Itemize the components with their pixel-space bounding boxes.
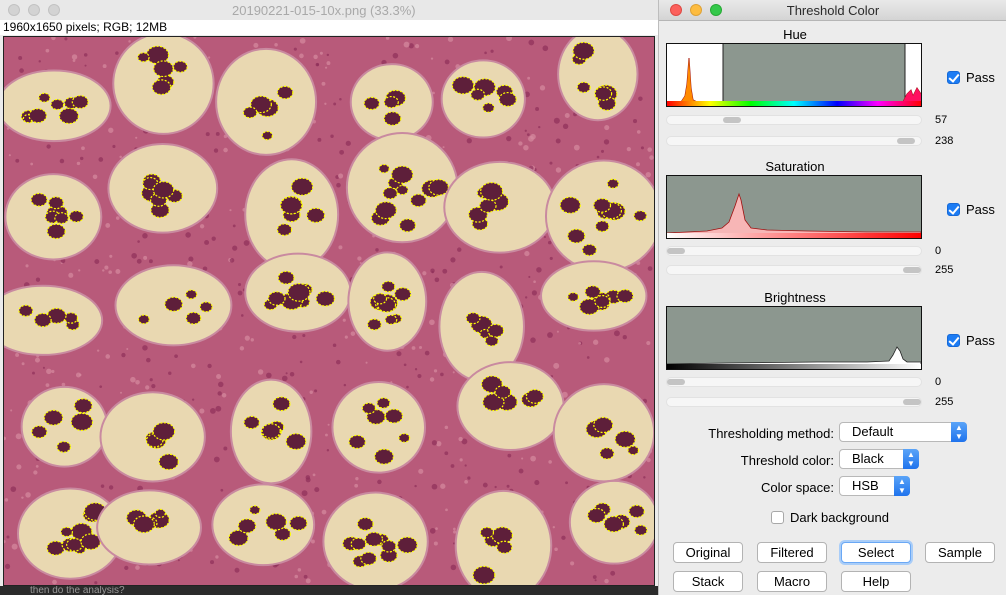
slider-knob[interactable] <box>667 379 685 385</box>
image-canvas[interactable] <box>3 36 655 586</box>
slider-knob[interactable] <box>723 117 741 123</box>
slider-knob[interactable] <box>897 138 915 144</box>
hue-pass-label[interactable]: Pass <box>966 70 995 85</box>
threshold-color-label: Threshold color: <box>740 453 834 468</box>
dark-background-checkbox[interactable] <box>771 511 784 524</box>
saturation-max-slider[interactable] <box>666 265 922 275</box>
brightness-label: Brightness <box>764 290 826 305</box>
threshold-color-select[interactable]: Black ▲ ▼ <box>839 449 919 469</box>
stack-button[interactable]: Stack <box>673 571 743 592</box>
color-space-select[interactable]: HSB ▲ ▼ <box>839 476 910 496</box>
filtered-button[interactable]: Filtered <box>757 542 827 563</box>
hue-max-value: 238 <box>935 135 954 147</box>
brightness-min-slider[interactable] <box>666 377 922 387</box>
brightness-max-value: 255 <box>935 396 954 408</box>
threshold-color-dialog: Threshold Color Hue Pass 57 238 Saturati… <box>658 0 1006 595</box>
hue-histogram <box>666 43 922 107</box>
dialog-title: Threshold Color <box>786 3 880 18</box>
saturation-pass-label[interactable]: Pass <box>966 202 995 217</box>
hue-pass-checkbox[interactable] <box>947 71 960 84</box>
slider-knob[interactable] <box>667 248 685 254</box>
original-button[interactable]: Original <box>673 542 743 563</box>
saturation-label: Saturation <box>765 159 825 174</box>
chevron-updown-icon: ▲ ▼ <box>894 476 910 496</box>
image-window: 20190221-015-10x.png (33.3%) 1960x1650 p… <box>0 0 658 595</box>
brightness-max-slider[interactable] <box>666 397 922 407</box>
tissue-image[interactable] <box>4 37 654 585</box>
saturation-max-value: 255 <box>935 264 954 276</box>
slider-knob[interactable] <box>903 399 921 405</box>
image-info: 1960x1650 pixels; RGB; 12MB <box>0 20 658 35</box>
zoom-icon[interactable] <box>48 4 60 16</box>
saturation-pass-checkbox[interactable] <box>947 203 960 216</box>
thresholding-method-label: Thresholding method: <box>708 426 834 441</box>
brightness-histogram <box>666 306 922 370</box>
brightness-pass-checkbox[interactable] <box>947 334 960 347</box>
saturation-histogram <box>666 175 922 239</box>
select-button[interactable]: Select <box>841 542 911 563</box>
dark-background-label[interactable]: Dark background <box>790 510 889 525</box>
hue-max-slider[interactable] <box>666 136 922 146</box>
slider-knob[interactable] <box>903 267 921 273</box>
background-text: then do the analysis? <box>0 586 658 595</box>
saturation-min-slider[interactable] <box>666 246 922 256</box>
color-space-label: Color space: <box>761 480 834 495</box>
hue-label: Hue <box>783 27 807 42</box>
minimize-icon[interactable] <box>28 4 40 16</box>
brightness-pass-label[interactable]: Pass <box>966 333 995 348</box>
sample-button[interactable]: Sample <box>925 542 995 563</box>
saturation-min-value: 0 <box>935 245 942 257</box>
image-window-title: 20190221-015-10x.png (33.3%) <box>232 3 416 18</box>
dialog-titlebar: Threshold Color <box>659 0 1006 21</box>
macro-button[interactable]: Macro <box>757 571 827 592</box>
chevron-updown-icon: ▲ ▼ <box>903 449 919 469</box>
help-button[interactable]: Help <box>841 571 911 592</box>
thresholding-method-select[interactable]: Default ▲ ▼ <box>839 422 967 442</box>
image-window-titlebar: 20190221-015-10x.png (33.3%) <box>0 0 658 21</box>
chevron-updown-icon: ▲ ▼ <box>951 422 967 442</box>
brightness-min-value: 0 <box>935 376 942 388</box>
close-icon[interactable] <box>8 4 20 16</box>
hue-min-value: 57 <box>935 114 948 126</box>
hue-min-slider[interactable] <box>666 115 922 125</box>
